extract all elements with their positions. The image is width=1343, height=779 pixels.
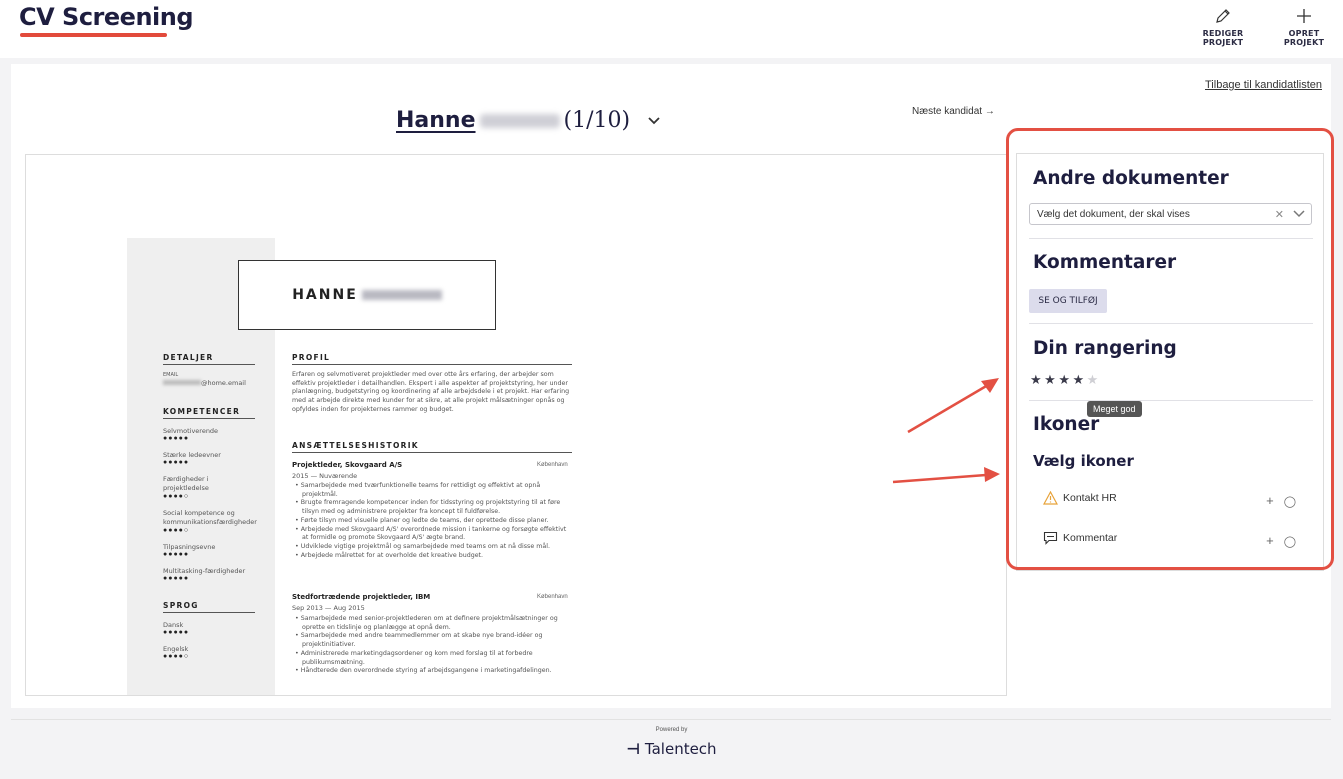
talentech-logo: ⊣ Talentech xyxy=(0,740,1343,758)
cv-name: HANNE xyxy=(292,287,358,303)
edit-project-label: REDIGER PROJEKT xyxy=(1202,29,1244,47)
cv-bullet: • Arbejdede målrettet for at overholde d… xyxy=(295,551,484,559)
cv-bullet: • Samarbejdede med tværfunktionelle team… xyxy=(295,482,541,498)
new-project-label: OPRET PROJEKT xyxy=(1283,29,1325,47)
candidate-selector[interactable]: Hanne (1/10) xyxy=(396,108,661,133)
cv-job-title: Projektleder, Skovgaard A/S xyxy=(292,461,403,469)
cv-divider xyxy=(292,364,572,365)
back-to-candidates-link[interactable]: Tilbage til kandidatlisten xyxy=(1205,79,1322,91)
candidate-counter: (1/10) xyxy=(563,108,631,133)
cv-skill-level: ●●●●● xyxy=(163,435,190,442)
cv-skill-level: ●●●●○ xyxy=(163,493,190,500)
cv-skill-level: ●●●●● xyxy=(163,551,190,558)
cv-language-level: ●●●●○ xyxy=(163,653,190,660)
app-header: CV Screening REDIGER PROJEKT OPRET PROJE… xyxy=(0,0,1343,58)
cv-divider xyxy=(163,612,255,613)
cv-job-location: København xyxy=(537,462,568,468)
cv-divider xyxy=(163,364,255,365)
cv-job-period: 2015 — Nuværende xyxy=(292,472,358,480)
chevron-down-icon xyxy=(648,117,660,125)
brand-underline xyxy=(20,33,167,37)
cv-history-heading: ANSÆTTELSESHISTORIK xyxy=(292,441,419,450)
cv-blurred-surname xyxy=(361,290,442,300)
cv-bullet: • Udviklede vigtige projektmål og samarb… xyxy=(295,542,550,550)
edit-project-button[interactable]: REDIGER PROJEKT xyxy=(1184,6,1262,47)
cv-skill: Social kompetence og kommunikationsfærdi… xyxy=(163,509,257,526)
cv-job-location: København xyxy=(537,594,568,600)
cv-divider xyxy=(292,452,572,453)
cv-skill-level: ●●●●○ xyxy=(163,527,190,534)
cv-name-box: HANNE xyxy=(238,260,496,330)
candidate-name: Hanne xyxy=(396,108,476,133)
new-project-button[interactable]: OPRET PROJEKT xyxy=(1269,6,1339,47)
cv-skills-heading: KOMPETENCER xyxy=(163,407,241,416)
cv-email-value: @home.email xyxy=(163,379,246,388)
app-title[interactable]: CV Screening xyxy=(19,3,194,31)
footer-brand: Talentech xyxy=(644,740,717,758)
cv-job-title: Stedfortrædende projektleder, IBM xyxy=(292,593,431,601)
cv-languages-heading: SPROG xyxy=(163,601,199,610)
footer-divider xyxy=(11,719,1331,720)
cv-skill-level: ●●●●● xyxy=(163,459,190,466)
talentech-mark-icon: ⊣ xyxy=(626,740,641,758)
cv-profile-heading: PROFIL xyxy=(292,353,331,362)
cv-bullet: • Håndterede den overordnede styring af … xyxy=(295,667,552,675)
pencil-icon xyxy=(1216,9,1230,23)
cv-bullet: • Brugte fremragende kompetencer inden f… xyxy=(295,499,561,516)
cv-bullet: • Arbejdede med Skovgaard A/S' overordne… xyxy=(295,525,567,542)
next-candidate-link[interactable]: Næste kandidat → xyxy=(912,106,995,117)
cv-job-bullets: • Samarbejdede med tværfunktionelle team… xyxy=(292,482,574,560)
plus-icon xyxy=(1297,9,1311,23)
highlight-box xyxy=(1006,128,1334,570)
cv-bullet: • Administrerede marketingdagsordener og… xyxy=(295,649,533,666)
cv-job-period: Sep 2013 — Aug 2015 xyxy=(292,604,365,612)
blurred-surname xyxy=(479,114,560,128)
cv-profile-text: Erfaren og selvmotiveret projektleder me… xyxy=(292,371,570,413)
cv-viewer[interactable]: HANNE DETALJER EMAIL @home.email KOMPETE… xyxy=(25,154,1007,696)
cv-job-bullets: • Samarbejdede med senior-projektlederen… xyxy=(292,615,574,676)
cv-skill-level: ●●●●● xyxy=(163,575,190,582)
cv-divider xyxy=(163,418,255,419)
cv-bullet: • Samarbejdede med andre teammedlemmer o… xyxy=(295,632,543,649)
cv-language-level: ●●●●● xyxy=(163,629,190,636)
cv-skill: Færdigheder i projektledelse xyxy=(163,475,209,492)
powered-by-label: Powered by xyxy=(655,727,688,733)
cv-bullet: • Samarbejdede med senior-projektlederen… xyxy=(295,615,558,631)
cv-details-heading: DETALJER xyxy=(163,353,214,362)
cv-bullet: • Førte tilsyn med visuelle planer og le… xyxy=(295,516,549,524)
